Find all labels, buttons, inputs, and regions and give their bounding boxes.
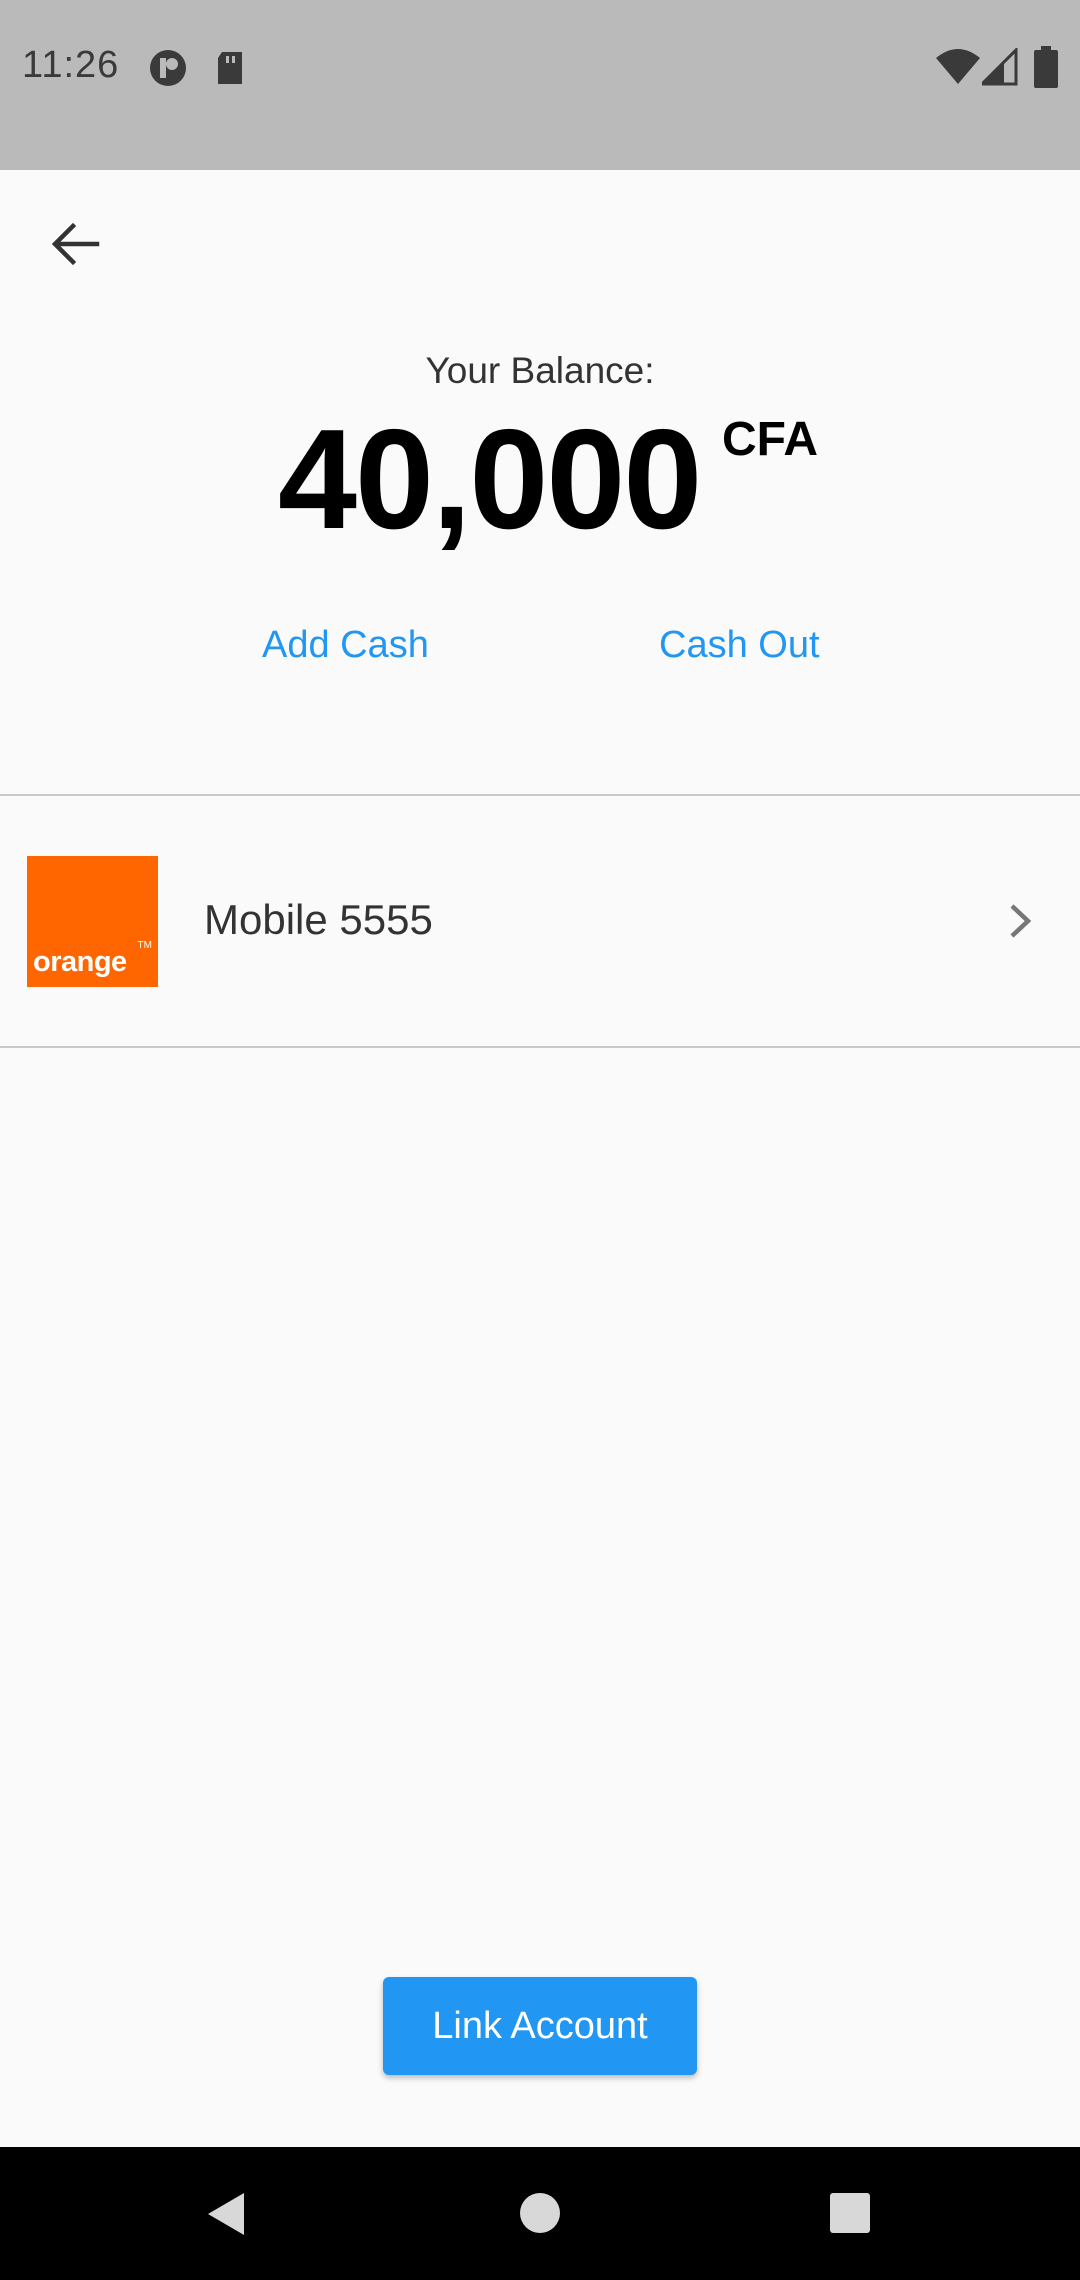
- battery-icon: [1034, 46, 1058, 88]
- nav-recents-icon[interactable]: [828, 2191, 872, 2235]
- wifi-icon: [936, 49, 980, 84]
- chevron-right-icon: [1010, 904, 1032, 938]
- arrow-back-icon: [51, 222, 100, 266]
- orange-logo-tm: TM: [137, 940, 152, 951]
- cell-signal-icon: [982, 48, 1018, 86]
- nav-home-icon[interactable]: [518, 2191, 562, 2235]
- sd-card-icon: [218, 52, 242, 84]
- link-account-button[interactable]: Link Account: [383, 1977, 697, 2075]
- divider-bottom: [0, 1046, 1080, 1048]
- nav-back-icon[interactable]: [204, 2189, 248, 2239]
- account-name: Mobile 5555: [204, 896, 433, 943]
- balance-currency: CFA: [722, 413, 818, 466]
- status-time: 11:26: [22, 44, 120, 86]
- back-button[interactable]: [40, 208, 112, 280]
- navigation-bar: [0, 2147, 1080, 2280]
- cash-out-button[interactable]: Cash Out: [659, 624, 820, 667]
- account-row-mobile[interactable]: orange TM Mobile 5555: [0, 796, 1080, 1046]
- add-cash-button[interactable]: Add Cash: [262, 624, 429, 667]
- notification-app-icon: [150, 50, 186, 86]
- orange-logo: orange TM: [27, 856, 158, 987]
- balance-label: Your Balance:: [425, 350, 655, 391]
- orange-logo-text: orange: [33, 946, 127, 978]
- wallet-screen: 11:26 Your Balance: 40,000 CFA Add Cash …: [0, 0, 1080, 2280]
- status-bar: 11:26: [0, 0, 1080, 170]
- balance-amount: 40,000: [278, 400, 702, 559]
